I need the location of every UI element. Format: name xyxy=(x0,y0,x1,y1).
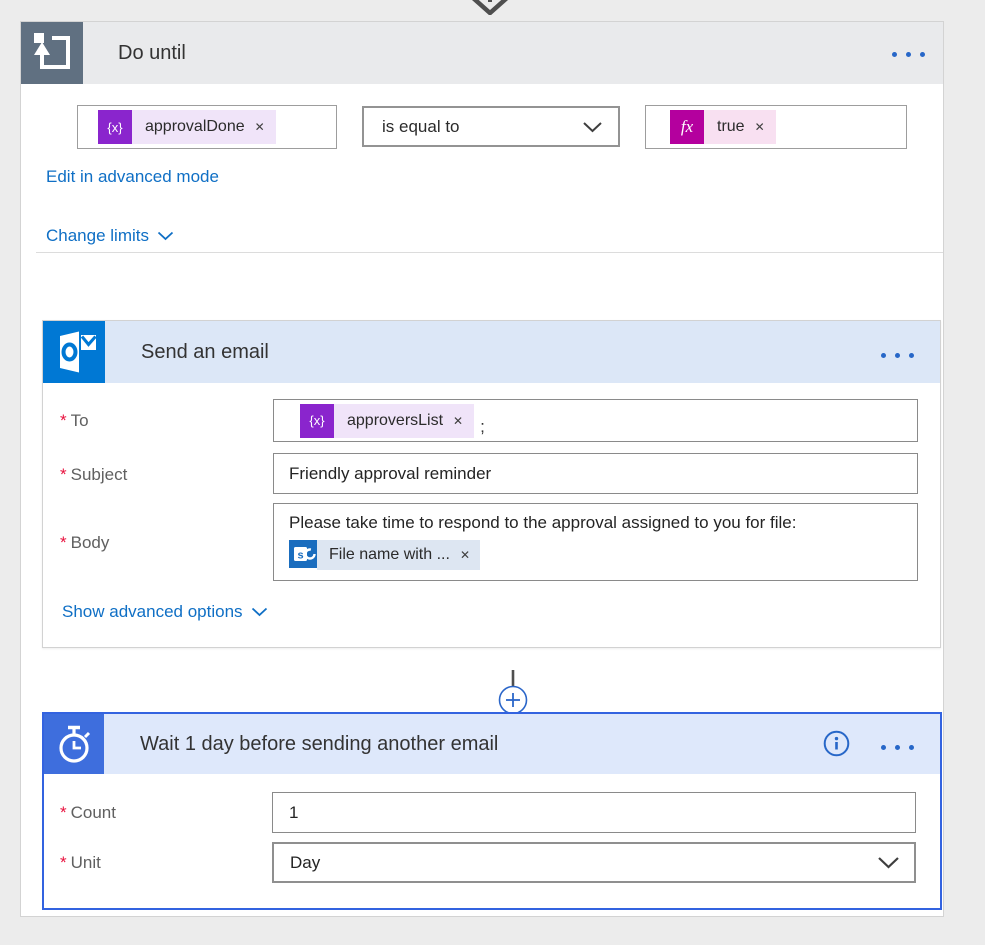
info-button[interactable] xyxy=(823,730,850,762)
body-input[interactable]: Please take time to respond to the appro… xyxy=(273,503,918,581)
do-until-card: Do until {x} approvalDone ✕ is equal to … xyxy=(20,21,944,917)
wait-title: Wait 1 day before sending another email xyxy=(140,733,498,756)
unit-field-label: *Unit xyxy=(60,853,101,873)
count-field-label: *Count xyxy=(60,803,116,823)
sharepoint-token-label: File name with ... xyxy=(329,546,450,564)
expression-token-icon: fx xyxy=(670,110,704,144)
remove-token-icon[interactable]: ✕ xyxy=(255,120,265,134)
send-email-header[interactable]: Send an email xyxy=(43,321,940,383)
do-until-menu-button[interactable] xyxy=(888,48,929,61)
flow-designer-canvas: Do until {x} approvalDone ✕ is equal to … xyxy=(0,0,985,945)
stopwatch-icon xyxy=(44,714,104,774)
edit-advanced-mode-label: Edit in advanced mode xyxy=(46,167,219,187)
variable-token-approverslist[interactable]: {x} approversList ✕ xyxy=(300,404,474,438)
condition-right-operand-field[interactable]: fx true ✕ xyxy=(645,105,907,149)
subject-field-label: *Subject xyxy=(60,465,127,485)
body-text: Please take time to respond to the appro… xyxy=(289,513,917,533)
variable-token-label: approversList xyxy=(347,412,443,430)
section-divider xyxy=(36,252,943,253)
chevron-down-icon xyxy=(157,231,174,241)
variable-token-label: approvalDone xyxy=(145,118,245,136)
variable-token-approvaldone[interactable]: {x} approvalDone ✕ xyxy=(98,110,276,144)
wait-delay-card: Wait 1 day before sending another email … xyxy=(42,712,942,910)
do-until-loop-icon xyxy=(21,22,83,84)
required-mark: * xyxy=(60,411,67,430)
show-advanced-options-link[interactable]: Show advanced options xyxy=(62,602,268,622)
chevron-down-icon xyxy=(582,121,603,133)
connector-arrow-top-icon xyxy=(464,0,516,15)
change-limits-label: Change limits xyxy=(46,226,149,246)
send-email-card: Send an email *To {x} approversList ✕ ; … xyxy=(42,320,941,648)
unit-dropdown-value: Day xyxy=(290,853,320,873)
sharepoint-token-filename[interactable]: s File name with ... ✕ xyxy=(289,540,480,570)
send-email-title: Send an email xyxy=(141,341,269,364)
count-input[interactable]: 1 xyxy=(272,792,916,833)
outlook-icon xyxy=(43,321,105,383)
required-mark: * xyxy=(60,803,67,822)
wait-header[interactable]: Wait 1 day before sending another email xyxy=(44,714,940,774)
expression-token-true[interactable]: fx true ✕ xyxy=(670,110,776,144)
show-advanced-options-label: Show advanced options xyxy=(62,602,243,622)
condition-left-operand-field[interactable]: {x} approvalDone ✕ xyxy=(77,105,337,149)
body-field-label: *Body xyxy=(60,533,109,553)
expression-token-label: true xyxy=(717,118,745,136)
required-mark: * xyxy=(60,853,67,872)
chevron-down-icon xyxy=(251,607,268,617)
variable-token-icon: {x} xyxy=(300,404,334,438)
variable-token-icon: {x} xyxy=(98,110,132,144)
required-mark: * xyxy=(60,533,67,552)
svg-text:s: s xyxy=(297,550,303,562)
required-mark: * xyxy=(60,465,67,484)
condition-operator-dropdown[interactable]: is equal to xyxy=(362,106,620,147)
send-email-menu-button[interactable] xyxy=(877,349,918,362)
to-input[interactable]: {x} approversList ✕ ; xyxy=(273,399,918,442)
to-field-label: *To xyxy=(60,411,89,431)
remove-token-icon[interactable]: ✕ xyxy=(453,414,463,428)
wait-menu-button[interactable] xyxy=(877,741,918,754)
change-limits-link[interactable]: Change limits xyxy=(46,226,174,246)
do-until-title: Do until xyxy=(118,42,186,65)
sharepoint-icon: s xyxy=(289,540,317,568)
condition-operator-value: is equal to xyxy=(382,117,460,137)
do-until-header[interactable]: Do until xyxy=(21,22,943,84)
chevron-down-icon xyxy=(877,856,900,869)
remove-token-icon[interactable]: ✕ xyxy=(755,120,765,134)
subject-input[interactable]: Friendly approval reminder xyxy=(273,453,918,494)
to-separator: ; xyxy=(480,417,485,437)
remove-token-icon[interactable]: ✕ xyxy=(460,548,470,562)
unit-dropdown[interactable]: Day xyxy=(272,842,916,883)
edit-advanced-mode-link[interactable]: Edit in advanced mode xyxy=(46,167,219,187)
info-icon xyxy=(823,730,850,757)
